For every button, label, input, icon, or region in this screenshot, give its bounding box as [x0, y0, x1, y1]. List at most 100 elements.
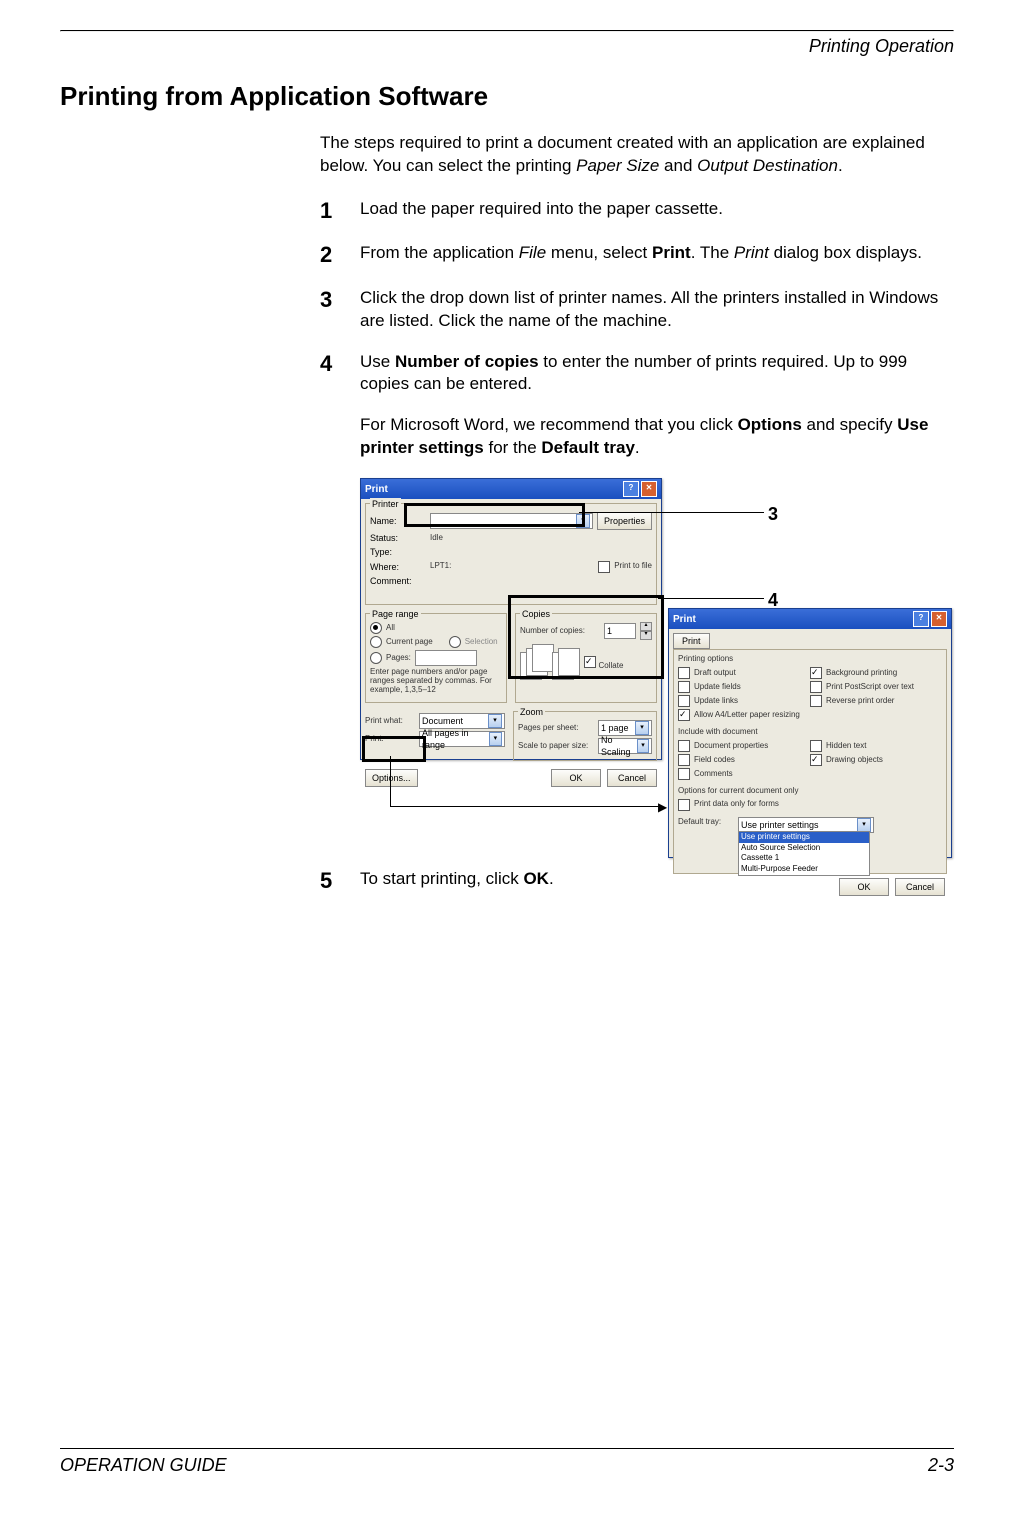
draft-output-label: Draft output: [694, 668, 736, 679]
ok-button[interactable]: OK: [551, 769, 601, 787]
cancel-button[interactable]: Cancel: [607, 769, 657, 787]
selection-radio[interactable]: [449, 636, 461, 648]
figure-area: Print ? ✕ Printer Name: ▾ Propertie: [360, 478, 954, 858]
step-4-number: 4: [320, 351, 360, 397]
default-tray-value: Use printer settings: [741, 819, 819, 831]
s2-t1: From the application: [360, 243, 519, 262]
all-radio[interactable]: [370, 622, 382, 634]
printer-group-title: Printer: [370, 498, 401, 510]
option-cassette-1[interactable]: Cassette 1: [739, 853, 869, 864]
printer-group: Printer Name: ▾ Properties Status:Idle T…: [365, 503, 657, 605]
reverse-order-label: Reverse print order: [826, 696, 894, 707]
field-codes-label: Field codes: [694, 755, 735, 766]
num-copies-label: Number of copies:: [520, 626, 600, 637]
hidden-text-checkbox[interactable]: [810, 740, 822, 752]
pages-per-sheet-label: Pages per sheet:: [518, 723, 594, 734]
collate-pages-icon: [520, 644, 578, 684]
s2-i1: File: [519, 243, 546, 262]
close-button[interactable]: ✕: [931, 611, 947, 627]
print-options-title: Print: [673, 613, 696, 627]
section-title: Printing from Application Software: [60, 77, 954, 132]
bg-printing-checkbox[interactable]: [810, 667, 822, 679]
options-button[interactable]: Options...: [365, 769, 418, 787]
close-button[interactable]: ✕: [641, 481, 657, 497]
type-label: Type:: [370, 546, 426, 558]
intro-i2: Output Destination: [697, 156, 838, 175]
default-tray-label: Default tray:: [678, 817, 734, 828]
copies-title: Copies: [520, 608, 552, 620]
draft-output-checkbox[interactable]: [678, 667, 690, 679]
option-mp-feeder[interactable]: Multi-Purpose Feeder: [739, 864, 869, 875]
postscript-label: Print PostScript over text: [826, 682, 914, 693]
s4n-t1: For Microsoft Word, we recommend that yo…: [360, 415, 738, 434]
help-button[interactable]: ?: [623, 481, 639, 497]
pages-input[interactable]: [415, 650, 477, 666]
step-4: 4 Use Number of copies to enter the numb…: [320, 351, 954, 397]
step-3: 3 Click the drop down list of printer na…: [320, 287, 954, 333]
doc-props-checkbox[interactable]: [678, 740, 690, 752]
page-range-title: Page range: [370, 608, 421, 620]
s4-b1: Number of copies: [395, 352, 539, 371]
s4n-t4: .: [635, 438, 640, 457]
dropdown-arrow-icon: ▾: [488, 714, 502, 728]
hidden-text-label: Hidden text: [826, 741, 866, 752]
option-auto-source[interactable]: Auto Source Selection: [739, 843, 869, 854]
callout-3-line: [579, 512, 764, 513]
postscript-checkbox[interactable]: [810, 681, 822, 693]
status-value: Idle: [430, 533, 443, 544]
callout-4-line: [658, 598, 764, 599]
properties-button[interactable]: Properties: [597, 512, 652, 530]
collate-checkbox[interactable]: [584, 656, 596, 668]
update-links-checkbox[interactable]: [678, 695, 690, 707]
print-dropdown[interactable]: All pages in range▾: [419, 731, 505, 747]
comments-label: Comments: [694, 769, 733, 780]
s4n-t2: and specify: [802, 415, 897, 434]
allow-a4-label: Allow A4/Letter paper resizing: [694, 710, 800, 721]
scale-dropdown[interactable]: No Scaling▾: [598, 738, 652, 754]
s4-t1: Use: [360, 352, 395, 371]
allow-a4-checkbox[interactable]: [678, 709, 690, 721]
comment-label: Comment:: [370, 575, 426, 587]
s4n-t3: for the: [484, 438, 542, 457]
reverse-order-checkbox[interactable]: [810, 695, 822, 707]
print-options-titlebar: Print ? ✕: [669, 609, 951, 629]
dropdown-arrow-icon: ▾: [635, 721, 649, 735]
help-button[interactable]: ?: [913, 611, 929, 627]
pages-radio[interactable]: [370, 652, 382, 664]
printer-name-dropdown[interactable]: ▾: [430, 513, 593, 529]
update-fields-checkbox[interactable]: [678, 681, 690, 693]
default-tray-options-list[interactable]: Use printer settings Auto Source Selecti…: [738, 831, 870, 876]
copies-group: Copies Number of copies: ▴▾: [515, 613, 657, 703]
print-to-file-label: Print to file: [614, 561, 652, 572]
pages-hint: Enter page numbers and/or page ranges se…: [370, 668, 502, 694]
dropdown-arrow-icon: ▾: [857, 818, 871, 832]
callout-3-label: 3: [768, 502, 778, 526]
field-codes-checkbox[interactable]: [678, 754, 690, 766]
drawing-objects-checkbox[interactable]: [810, 754, 822, 766]
forms-only-checkbox[interactable]: [678, 799, 690, 811]
print-label: Print:: [365, 734, 415, 745]
print-value: All pages in range: [422, 727, 489, 751]
num-copies-input[interactable]: [604, 623, 636, 639]
comments-checkbox[interactable]: [678, 768, 690, 780]
current-page-radio[interactable]: [370, 636, 382, 648]
pages-per-sheet-value: 1 page: [601, 722, 629, 734]
page-range-group: Page range All Current page Selection Pa…: [365, 613, 507, 703]
print-tab[interactable]: Print: [673, 633, 710, 649]
options-ok-button[interactable]: OK: [839, 878, 889, 896]
where-label: Where:: [370, 561, 426, 573]
all-label: All: [386, 623, 395, 634]
step-2-number: 2: [320, 242, 360, 268]
options-cancel-button[interactable]: Cancel: [895, 878, 945, 896]
current-page-label: Current page: [386, 637, 433, 648]
zoom-title: Zoom: [518, 706, 545, 718]
option-use-printer-settings[interactable]: Use printer settings: [739, 832, 869, 843]
print-to-file-checkbox[interactable]: [598, 561, 610, 573]
include-heading: Include with document: [678, 727, 942, 738]
name-label: Name:: [370, 515, 426, 527]
s5-b1: OK: [523, 869, 549, 888]
step-1-text: Load the paper required into the paper c…: [360, 198, 954, 224]
s2-t3: . The: [691, 243, 734, 262]
copies-spinner[interactable]: ▴▾: [640, 622, 652, 640]
step-3-text: Click the drop down list of printer name…: [360, 287, 954, 333]
